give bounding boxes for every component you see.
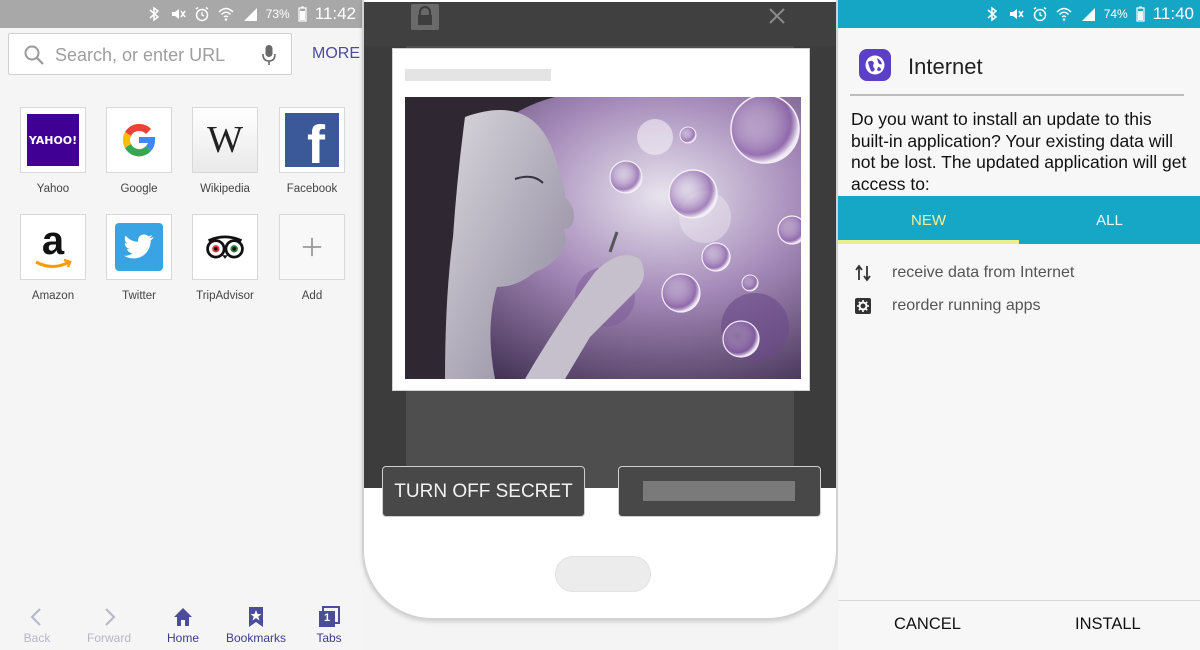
lock-icon [410, 3, 440, 31]
permission-tabs: NEW ALL [838, 196, 1200, 244]
signal-icon [242, 6, 258, 22]
alarm-icon [194, 6, 210, 22]
tab-count-badge: 1 [323, 612, 331, 624]
data-transfer-icon [854, 264, 872, 282]
permission-item: reorder running apps [838, 291, 1200, 321]
back-label: Back [23, 631, 51, 645]
forward-button[interactable]: Forward [73, 600, 145, 645]
bookmark-star-icon [245, 606, 267, 628]
tabs-label: Tabs [316, 631, 342, 645]
battery-percent: 73% [265, 7, 290, 21]
mute-icon [170, 6, 186, 22]
home-icon [172, 606, 194, 628]
facebook-logo: f [279, 107, 345, 173]
phone-frame: TURN OFF SECRET [362, 0, 838, 620]
bluetooth-icon [984, 6, 1000, 22]
plus-icon [279, 214, 345, 280]
phone-home-button[interactable] [555, 556, 651, 592]
microphone-icon[interactable] [261, 43, 277, 67]
battery-percent: 74% [1103, 7, 1128, 21]
bluetooth-icon [146, 6, 162, 22]
quick-access-wikipedia[interactable]: W Wikipedia [192, 107, 260, 195]
selected-tab-indicator [838, 240, 1019, 244]
close-icon[interactable] [768, 7, 786, 25]
redacted-button[interactable] [618, 466, 821, 517]
facebook-logo-text: f [307, 115, 325, 167]
add-tile-button[interactable]: Add [279, 214, 347, 302]
bookmarks-button[interactable]: Bookmarks [220, 600, 292, 645]
battery-icon [1136, 6, 1145, 22]
mute-icon [1008, 6, 1024, 22]
tabs-button[interactable]: 1 Tabs [293, 600, 365, 645]
tile-label: Facebook [286, 183, 338, 195]
browser-home-panel: 73% 11:42 Search, or enter URL MORE YAHO… [0, 0, 362, 650]
redacted-title-bar [405, 69, 551, 81]
internet-app-icon [859, 49, 891, 81]
quick-access-yahoo[interactable]: YAHOO! Yahoo [20, 107, 88, 195]
wikipedia-logo-text: W [207, 119, 243, 161]
forward-label: Forward [86, 631, 131, 645]
home-button[interactable]: Home [147, 600, 219, 645]
url-bar[interactable]: Search, or enter URL [8, 33, 292, 75]
quick-access-amazon[interactable]: a Amazon [20, 214, 88, 302]
secret-mode-screen: TURN OFF SECRET [364, 2, 836, 517]
turn-off-secret-button[interactable]: TURN OFF SECRET [382, 466, 585, 517]
bookmarks-label: Bookmarks [225, 631, 287, 645]
secret-mode-phone-panel: TURN OFF SECRET [362, 0, 838, 650]
tile-label: Add [301, 290, 323, 302]
status-time: 11:40 [1152, 4, 1194, 23]
bubble-girl-photo [405, 97, 801, 379]
yahoo-logo-text: YAHOO! [28, 133, 78, 147]
tabs-icon: 1 [318, 606, 340, 628]
quick-access-twitter[interactable]: Twitter [106, 214, 174, 302]
tab-all[interactable]: ALL [1019, 196, 1200, 244]
amazon-logo: a [20, 214, 86, 280]
install-button[interactable]: INSTALL [1075, 615, 1141, 634]
tripadvisor-logo [192, 214, 258, 280]
redacted-label [643, 481, 795, 501]
title-divider [850, 94, 1184, 96]
amazon-logo-text: a [41, 219, 65, 263]
footer-divider [838, 600, 1200, 601]
search-icon [23, 44, 45, 66]
install-update-dialog: 74% 11:40 Internet Do you want to instal… [838, 0, 1200, 650]
back-button[interactable]: Back [1, 600, 73, 645]
permission-item: receive data from Internet [838, 258, 1200, 288]
turn-off-secret-label: TURN OFF SECRET [394, 480, 573, 502]
yahoo-logo: YAHOO! [20, 107, 86, 173]
battery-icon [298, 6, 307, 22]
quick-access-facebook[interactable]: f Facebook [279, 107, 347, 195]
wifi-icon [218, 6, 234, 22]
wifi-icon [1056, 6, 1072, 22]
more-button[interactable]: MORE [312, 45, 360, 63]
permission-label: reorder running apps [892, 297, 1041, 314]
signal-icon [1080, 6, 1096, 22]
quick-access-google[interactable]: Google [106, 107, 174, 195]
cancel-button[interactable]: CANCEL [894, 615, 961, 634]
secret-tab-header [364, 2, 836, 46]
alarm-icon [1032, 6, 1048, 22]
status-time: 11:42 [314, 4, 356, 23]
app-title: Internet [908, 54, 983, 79]
status-bar: 74% 11:40 [838, 0, 1200, 28]
secret-tab-preview-card[interactable] [392, 48, 810, 391]
gear-icon [854, 297, 872, 315]
status-bar: 73% 11:42 [0, 0, 362, 28]
tab-all-label: ALL [1096, 211, 1123, 229]
twitter-logo [106, 214, 172, 280]
chevron-right-icon [98, 606, 120, 628]
bottom-navigation: Back Forward Home Bookmarks 1 Tabs [0, 600, 362, 650]
install-question-text: Do you want to install an update to this… [851, 109, 1187, 194]
quick-access-tripadvisor[interactable]: TripAdvisor [192, 214, 260, 302]
search-input[interactable]: Search, or enter URL [55, 45, 225, 66]
tab-new[interactable]: NEW [838, 196, 1019, 244]
tab-new-label: NEW [911, 211, 946, 229]
chevron-left-icon [26, 606, 48, 628]
google-logo [106, 107, 172, 173]
permission-label: receive data from Internet [892, 264, 1075, 281]
wikipedia-logo: W [192, 107, 258, 173]
home-label: Home [166, 631, 199, 645]
